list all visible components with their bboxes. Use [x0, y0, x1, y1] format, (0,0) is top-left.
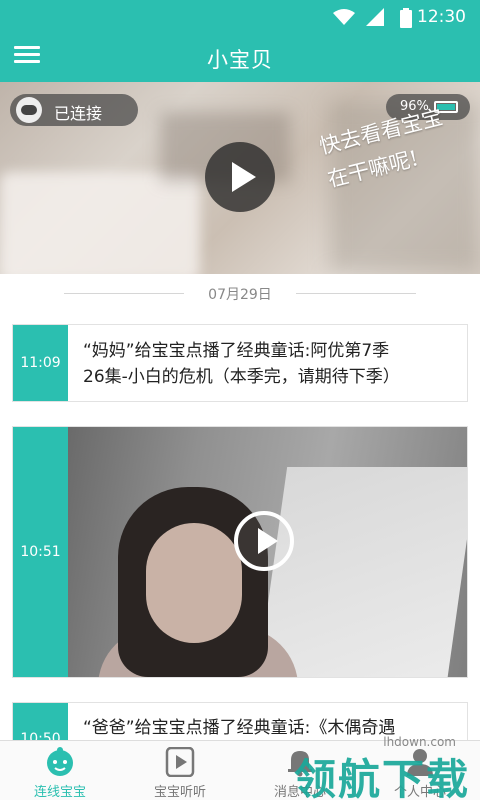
list-item[interactable]: 11:09 “妈妈”给宝宝点播了经典童话:阿优第7季 26集-小白的危机（本季完… [12, 324, 468, 402]
item-time-bar: 11:09 [13, 325, 68, 401]
list-item[interactable]: 10:51 [12, 426, 468, 678]
app-bar: 小宝贝 [0, 34, 480, 82]
play-button[interactable] [205, 142, 275, 212]
robot-icon [16, 97, 42, 123]
feed-date: 07月29日 [208, 287, 272, 303]
wifi-icon [333, 9, 355, 25]
date-divider: 07月29日 [0, 274, 480, 312]
battery-icon [400, 8, 412, 28]
status-bar: 12:30 [0, 0, 480, 34]
item-message: “妈妈”给宝宝点播了经典童话:阿优第7季 26集-小白的危机（本季完，请期待下季… [83, 338, 453, 390]
play-square-icon [165, 747, 195, 777]
tab-label: 宝宝听听 [153, 785, 206, 800]
baby-face-icon [47, 747, 73, 776]
video-thumbnail[interactable] [68, 427, 467, 677]
connection-status-label: 已连接 [54, 104, 103, 123]
item-message-line-2: 26集-小白的危机（本季完，请期待下季） [83, 367, 400, 387]
tab-connect-baby[interactable]: 连线宝宝 [0, 741, 120, 800]
item-time: 10:50 [20, 731, 61, 740]
status-time: 12:30 [417, 7, 466, 27]
item-message-line-1: “妈妈”给宝宝点播了经典童话:阿优第7季 [83, 341, 390, 361]
camera-preview[interactable]: 已连接 96% 快去看看宝宝 在干嘛呢! [0, 82, 480, 274]
item-time-bar: 10:50 [13, 703, 68, 740]
page-title: 小宝贝 [207, 48, 273, 72]
item-time: 10:51 [20, 544, 61, 560]
watermark-brand: 领航下载 [293, 755, 470, 800]
item-time-bar: 10:51 [13, 427, 68, 677]
cell-signal-icon [366, 8, 384, 26]
play-icon[interactable] [234, 511, 294, 571]
activity-feed[interactable]: 07月29日 11:09 “妈妈”给宝宝点播了经典童话:阿优第7季 26集-小白… [0, 274, 480, 740]
connection-status-badge: 已连接 [10, 94, 138, 126]
tab-baby-listen[interactable]: 宝宝听听 [120, 741, 240, 800]
tab-label: 连线宝宝 [33, 785, 86, 800]
item-time: 11:09 [20, 355, 61, 371]
